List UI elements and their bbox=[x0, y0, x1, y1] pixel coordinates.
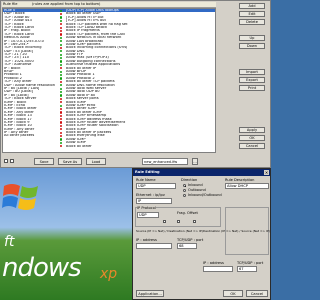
windows-flag-icon bbox=[2, 184, 38, 210]
action-button-cancel[interactable]: Cancel bbox=[239, 143, 265, 149]
action-button-up[interactable]: Up bbox=[239, 35, 265, 41]
action-button-add[interactable]: Add bbox=[239, 3, 265, 9]
save-button[interactable]: Save bbox=[34, 158, 54, 165]
ok-button[interactable]: OK bbox=[223, 290, 243, 297]
load-button[interactable]: Load bbox=[86, 158, 106, 165]
flag-checkbox-3[interactable] bbox=[193, 220, 196, 223]
flag-checkbox-1[interactable] bbox=[163, 220, 166, 223]
direction-both-label: Inbound/Outbound bbox=[188, 193, 222, 197]
logo-text-windows: ndows bbox=[2, 253, 82, 283]
logo-text-microsoft: ft bbox=[4, 234, 15, 250]
cancel-button[interactable]: Cancel bbox=[246, 290, 268, 297]
direction-label: Direction bbox=[181, 178, 198, 182]
action-button-edit[interactable]: Edit bbox=[239, 11, 265, 17]
rule-description-label: Rule Description bbox=[225, 178, 255, 182]
action-button-apply[interactable]: Apply bbox=[239, 127, 265, 133]
source-ip-label: IP : address bbox=[136, 238, 157, 242]
header-note: (rules are applied from top to bottom) bbox=[32, 2, 101, 6]
ethernet-select[interactable]: IP bbox=[136, 198, 172, 204]
rule-description-input[interactable]: Allow DHCP bbox=[225, 183, 269, 189]
direction-both-radio[interactable] bbox=[183, 194, 186, 197]
rule-editing-dialog: Rule Editing ✕ Rule Name UDP Direction I… bbox=[132, 168, 271, 300]
rule-name-input[interactable]: UDP bbox=[136, 183, 176, 189]
firewall-rules-window: Rule file (rules are applied from top to… bbox=[0, 0, 271, 168]
destination-ip-label: IP : address bbox=[203, 261, 224, 265]
header-rule-file[interactable]: Rule file bbox=[2, 2, 31, 7]
application-button[interactable]: Application... bbox=[136, 290, 164, 297]
source-port-label: TCP/UDP : port bbox=[177, 238, 204, 242]
ip-protocol-label: IP Protocol bbox=[137, 206, 156, 210]
action-button-down[interactable]: Down bbox=[239, 43, 265, 49]
source-ip-input[interactable] bbox=[136, 243, 172, 249]
destination-port-input[interactable]: 67 bbox=[237, 266, 257, 272]
close-icon[interactable]: ✕ bbox=[264, 170, 269, 175]
log-checkbox[interactable] bbox=[10, 159, 14, 163]
action-button-export[interactable]: Export bbox=[239, 77, 265, 83]
dialog-title: Rule Editing bbox=[133, 169, 270, 176]
bottom-bar: Save Save As Load new_enhanced.ifw … bbox=[2, 155, 270, 167]
action-button-delete[interactable]: Delete bbox=[239, 19, 265, 25]
action-button-ok[interactable]: OK bbox=[239, 135, 265, 141]
desktop-wallpaper: ft ndows xp bbox=[0, 168, 133, 300]
status-dot-icon bbox=[60, 145, 63, 148]
ethernet-label: Ethernet : ip/ipv bbox=[136, 193, 165, 197]
action-button-import[interactable]: Import bbox=[239, 69, 265, 75]
ip-protocol-select[interactable]: UDP bbox=[137, 212, 159, 218]
destination-port-label: TCP/UDP : port bbox=[237, 261, 264, 265]
logo-text-xp: xp bbox=[100, 266, 118, 282]
direction-inbound-label: Inbound bbox=[188, 183, 203, 187]
source-port-input[interactable]: 68 bbox=[177, 243, 197, 249]
rule-description-cell: Block all other bbox=[66, 144, 92, 148]
save-as-button[interactable]: Save As bbox=[58, 158, 82, 165]
rule-actions: Add Edit Delete Up Down Import Export Print Appl… bbox=[219, 3, 269, 151]
frag-offset-label: Frag. Offset bbox=[177, 211, 198, 215]
source-label: Source (IP => Net) / Destination (Net =>… bbox=[136, 229, 203, 233]
flag-checkbox-2[interactable] bbox=[177, 220, 180, 223]
destination-label: Destination (IP => Net) / Source (Net =>… bbox=[203, 229, 270, 233]
filename-field[interactable]: new_enhanced.ifw bbox=[142, 158, 188, 165]
action-button-print[interactable]: Print bbox=[239, 85, 265, 91]
direction-inbound-radio[interactable] bbox=[183, 184, 186, 187]
destination-ip-input[interactable] bbox=[203, 266, 233, 272]
rules-list[interactable]: Rule 0 [UDP/TCP] Allow DNS lookups UDP : B… bbox=[2, 8, 216, 153]
browse-button[interactable]: … bbox=[192, 158, 198, 165]
rule-name-label: Rule Name bbox=[136, 178, 156, 182]
rule-row[interactable]: Block all other bbox=[3, 145, 215, 148]
direction-outbound-radio[interactable] bbox=[183, 189, 186, 192]
enable-checkbox[interactable] bbox=[4, 159, 8, 163]
rule-name-cell bbox=[3, 145, 60, 148]
direction-outbound-label: Outbound bbox=[188, 188, 206, 192]
